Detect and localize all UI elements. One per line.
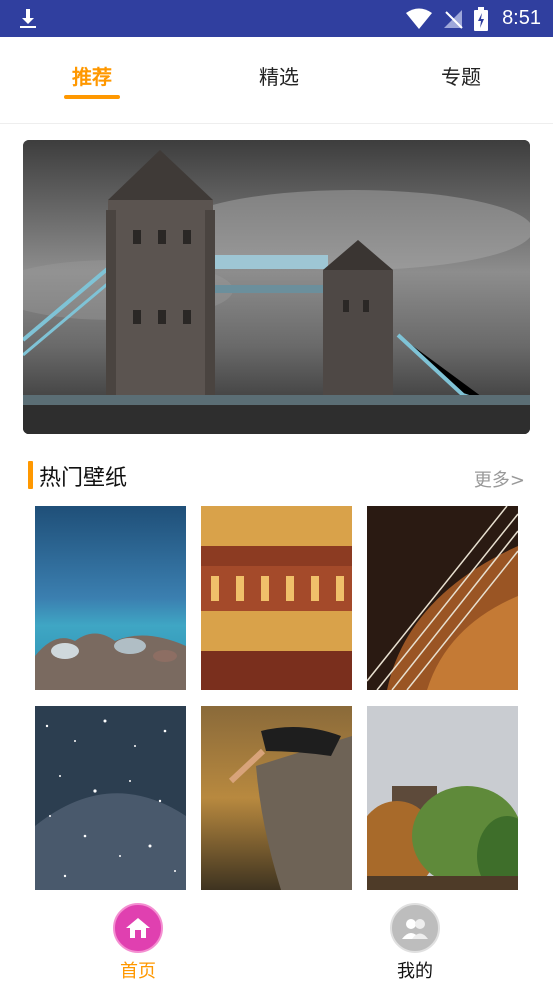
wallpaper-thumb-3[interactable] bbox=[367, 506, 518, 690]
section-title: 热门壁纸 bbox=[39, 466, 128, 491]
status-bar: 8:51 bbox=[0, 0, 553, 37]
tower-bridge-photo bbox=[23, 140, 530, 434]
sea-rocks-image bbox=[35, 506, 186, 690]
status-time: 8:51 bbox=[502, 7, 541, 29]
bottom-nav: 首页 我的 bbox=[0, 895, 553, 983]
section-accent-bar bbox=[28, 461, 33, 489]
home-icon bbox=[113, 903, 163, 953]
forbidden-city-image bbox=[201, 506, 352, 690]
more-link[interactable]: 更多> bbox=[474, 466, 525, 492]
wallpaper-thumb-4[interactable] bbox=[35, 706, 186, 890]
active-tab-indicator bbox=[64, 95, 120, 99]
profile-icon bbox=[390, 903, 440, 953]
tab-recommend[interactable]: 推荐 bbox=[32, 61, 152, 90]
top-tabs: 推荐 精选 专题 bbox=[0, 37, 553, 124]
violin-image bbox=[367, 506, 518, 690]
battery-charging-icon bbox=[474, 6, 489, 31]
wallpaper-thumb-5[interactable] bbox=[201, 706, 352, 890]
wallpaper-thumb-1[interactable] bbox=[35, 506, 186, 690]
signal-off-icon bbox=[444, 9, 463, 29]
wallpaper-thumb-6[interactable] bbox=[367, 706, 518, 890]
nav-home-label: 首页 bbox=[120, 961, 156, 982]
wallpaper-thumb-2[interactable] bbox=[201, 506, 352, 690]
nav-home[interactable]: 首页 bbox=[78, 903, 198, 983]
starry-sky-image bbox=[35, 706, 186, 890]
trees-building-image bbox=[367, 706, 518, 890]
nav-profile-label: 我的 bbox=[397, 961, 433, 982]
nav-profile[interactable]: 我的 bbox=[355, 903, 475, 983]
banner-image[interactable] bbox=[23, 140, 530, 434]
tab-featured[interactable]: 精选 bbox=[219, 61, 339, 90]
tab-topics[interactable]: 专题 bbox=[401, 61, 521, 90]
cliff-sitter-image bbox=[201, 706, 352, 890]
wifi-icon bbox=[406, 8, 433, 29]
download-icon bbox=[20, 9, 36, 28]
